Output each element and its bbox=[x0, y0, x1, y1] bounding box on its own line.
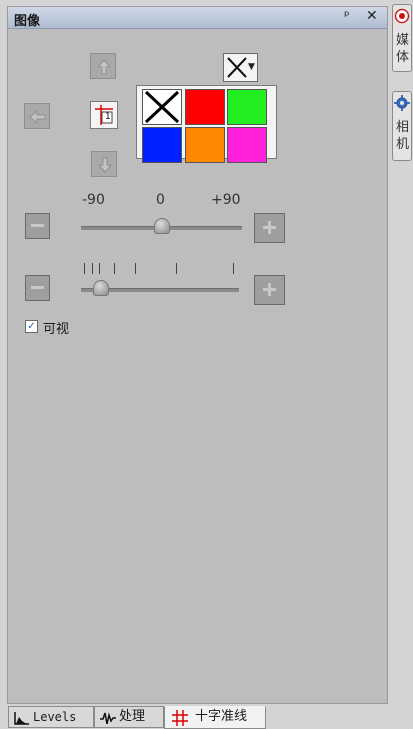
panel-titlebar: 图像 ᵖ ✕ bbox=[8, 7, 387, 29]
color-palette bbox=[136, 85, 277, 163]
tab-crosshair[interactable]: 十字准线 bbox=[164, 706, 266, 729]
rotate-minus-button[interactable] bbox=[25, 213, 50, 239]
swatch-orange[interactable] bbox=[185, 127, 225, 163]
x-mark-icon bbox=[227, 57, 247, 78]
tab-levels-label: Levels bbox=[33, 710, 77, 724]
levels-icon bbox=[14, 712, 29, 725]
arrow-left-icon bbox=[29, 109, 46, 125]
swatch-red[interactable] bbox=[185, 89, 225, 125]
visible-checkbox[interactable]: ✓ bbox=[25, 320, 38, 333]
visible-checkbox-label: 可视 bbox=[43, 322, 70, 337]
tab-processing-label: 处理 bbox=[119, 709, 146, 724]
minus-icon bbox=[31, 286, 44, 289]
rotation-tick-min: -90 bbox=[82, 192, 105, 208]
tab-processing[interactable]: 处理 bbox=[94, 706, 164, 728]
tab-levels[interactable]: Levels bbox=[8, 706, 94, 728]
rotate-plus-button[interactable] bbox=[254, 213, 285, 243]
tab-crosshair-label: 十字准线 bbox=[195, 709, 248, 724]
panel-title: 图像 bbox=[14, 14, 41, 29]
image-panel: 图像 ᵖ ✕ 1 ▼ -90 0 +90 ✓ 可视 bbox=[7, 6, 388, 704]
arrow-down-icon bbox=[97, 157, 113, 173]
waveform-icon bbox=[100, 712, 116, 725]
camera-gear-icon bbox=[394, 95, 410, 111]
pin-icon[interactable]: ᵖ bbox=[344, 9, 350, 24]
size-minus-button[interactable] bbox=[25, 275, 50, 301]
rotation-tick-mid: 0 bbox=[156, 192, 165, 208]
media-record-icon bbox=[394, 8, 410, 24]
rotation-tick-max: +90 bbox=[211, 192, 241, 208]
swatch-blue[interactable] bbox=[142, 127, 182, 163]
move-down-button[interactable] bbox=[91, 151, 117, 177]
arrow-up-icon bbox=[96, 59, 112, 75]
move-left-button[interactable] bbox=[24, 103, 50, 129]
crosshair-icon bbox=[172, 710, 188, 726]
crosshair-style-button[interactable]: 1 bbox=[90, 101, 118, 129]
rotation-slider-thumb[interactable] bbox=[153, 218, 170, 234]
style-number-badge: 1 bbox=[105, 112, 111, 122]
crosshair-style-icon bbox=[95, 105, 113, 125]
swatch-magenta[interactable] bbox=[227, 127, 267, 163]
chevron-down-icon: ▼ bbox=[248, 62, 255, 72]
plus-icon bbox=[263, 221, 276, 234]
move-up-button[interactable] bbox=[90, 53, 116, 79]
x-mark-icon bbox=[144, 90, 180, 124]
plus-icon bbox=[263, 283, 276, 296]
side-tab-media[interactable]: 媒 体 bbox=[392, 4, 412, 72]
minus-icon bbox=[31, 224, 44, 227]
side-tab-media-char2: 体 bbox=[396, 50, 410, 65]
size-slider-thumb[interactable] bbox=[92, 280, 109, 296]
crosshair-type-dropdown[interactable]: ▼ bbox=[223, 53, 258, 82]
swatch-green[interactable] bbox=[227, 89, 267, 125]
close-icon[interactable]: ✕ bbox=[366, 8, 378, 24]
side-tab-camera[interactable]: 相 机 bbox=[392, 91, 412, 161]
size-plus-button[interactable] bbox=[254, 275, 285, 305]
side-tab-camera-char2: 机 bbox=[396, 137, 410, 152]
swatch-white-x[interactable] bbox=[142, 89, 182, 125]
